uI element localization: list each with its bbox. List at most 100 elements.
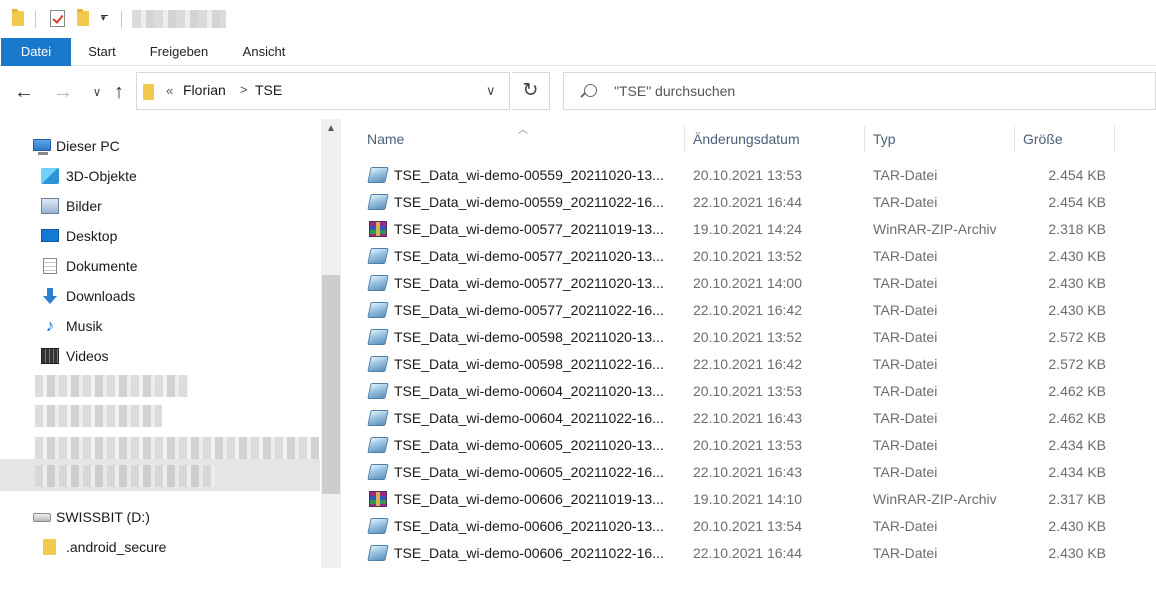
- file-name: TSE_Data_wi-demo-00577_20211020-13...: [394, 275, 664, 291]
- redacted-tree-item[interactable]: [35, 375, 188, 397]
- tar-file-icon: [367, 383, 389, 399]
- 3d-objects-icon: [41, 168, 59, 184]
- file-size: 2.430 KB: [1048, 518, 1106, 534]
- breadcrumb-tse[interactable]: TSE: [255, 82, 282, 98]
- file-name: TSE_Data_wi-demo-00577_20211020-13...: [394, 248, 664, 264]
- tree-item-label: Bilder: [66, 198, 102, 214]
- forward-arrow-icon[interactable]: →: [51, 80, 75, 104]
- file-row[interactable]: TSE_Data_wi-demo-00605_20211022-16... 22.…: [341, 459, 1156, 486]
- file-size: 2.430 KB: [1048, 275, 1106, 291]
- file-row[interactable]: TSE_Data_wi-demo-00598_20211020-13... 20.…: [341, 324, 1156, 351]
- up-arrow-icon[interactable]: ↑: [107, 80, 131, 104]
- tar-file-icon: [367, 167, 389, 183]
- file-name: TSE_Data_wi-demo-00605_20211022-16...: [394, 464, 664, 480]
- file-name: TSE_Data_wi-demo-00598_20211022-16...: [394, 356, 664, 372]
- file-date: 19.10.2021 14:10: [693, 491, 802, 507]
- file-date: 22.10.2021 16:44: [693, 194, 802, 210]
- file-type: TAR-Datei: [873, 437, 938, 453]
- file-date: 22.10.2021 16:42: [693, 356, 802, 372]
- properties-icon[interactable]: [50, 10, 65, 27]
- toolbar-separator: [121, 11, 122, 28]
- file-name: TSE_Data_wi-demo-00606_20211022-16...: [394, 545, 664, 561]
- column-header-type[interactable]: Typ: [865, 126, 1015, 152]
- redacted-tree-item[interactable]: [35, 437, 319, 459]
- breadcrumb-separator-icon[interactable]: >: [240, 82, 248, 97]
- file-date: 22.10.2021 16:44: [693, 545, 802, 561]
- column-header-name[interactable]: Name: [359, 126, 685, 152]
- address-bar[interactable]: « Florian > TSE ∨: [136, 72, 510, 110]
- file-row[interactable]: TSE_Data_wi-demo-00559_20211020-13... 20.…: [341, 162, 1156, 189]
- tar-file-icon: [367, 356, 389, 372]
- download-arrow-icon: [41, 288, 59, 304]
- refresh-icon[interactable]: ↻: [512, 72, 550, 110]
- redacted-tree-item[interactable]: [35, 465, 215, 487]
- tab-view[interactable]: Ansicht: [232, 38, 296, 66]
- tar-file-icon: [367, 275, 389, 291]
- address-dropdown-icon[interactable]: ∨: [486, 83, 496, 99]
- drive-icon: [33, 513, 51, 522]
- navigation-bar: ← → ∨ ↑ « Florian > TSE ∨ ↻: [0, 66, 1156, 119]
- tar-file-icon: [367, 518, 389, 534]
- tree-item-label: Dokumente: [66, 258, 138, 274]
- file-row[interactable]: TSE_Data_wi-demo-00606_20211022-16... 22.…: [341, 540, 1156, 567]
- file-size: 2.462 KB: [1048, 383, 1106, 399]
- scroll-up-icon[interactable]: ▲: [321, 119, 341, 139]
- tab-file[interactable]: Datei: [1, 38, 71, 66]
- file-rows: TSE_Data_wi-demo-00559_20211020-13... 20.…: [341, 162, 1156, 567]
- redacted-tree-item[interactable]: [35, 405, 162, 427]
- breadcrumb-florian[interactable]: Florian: [183, 82, 226, 98]
- tar-file-icon: [367, 410, 389, 426]
- tar-file-icon: [367, 545, 389, 561]
- computer-icon: [33, 139, 51, 155]
- file-size: 2.454 KB: [1048, 167, 1106, 183]
- file-type: TAR-Datei: [873, 329, 938, 345]
- customize-toolbar-icon[interactable]: ▾: [101, 12, 109, 24]
- back-arrow-icon[interactable]: ←: [12, 80, 36, 104]
- file-row[interactable]: TSE_Data_wi-demo-00577_20211022-16... 22.…: [341, 297, 1156, 324]
- pictures-icon: [41, 198, 59, 214]
- file-type: TAR-Datei: [873, 383, 938, 399]
- file-row[interactable]: TSE_Data_wi-demo-00606_20211020-13... 20.…: [341, 513, 1156, 540]
- tree-item-label: Videos: [66, 348, 109, 364]
- column-header-size[interactable]: Größe: [1015, 126, 1115, 152]
- tab-share[interactable]: Freigeben: [140, 38, 218, 66]
- file-row[interactable]: TSE_Data_wi-demo-00577_20211020-13... 20.…: [341, 243, 1156, 270]
- file-type: TAR-Datei: [873, 518, 938, 534]
- file-row[interactable]: TSE_Data_wi-demo-00605_20211020-13... 20.…: [341, 432, 1156, 459]
- file-size: 2.430 KB: [1048, 248, 1106, 264]
- file-row[interactable]: TSE_Data_wi-demo-00577_20211020-13... 20.…: [341, 270, 1156, 297]
- window-title-redacted: [132, 10, 226, 28]
- breadcrumb-overflow-icon[interactable]: «: [166, 83, 173, 98]
- file-row[interactable]: TSE_Data_wi-demo-00577_20211019-13... 19.…: [341, 216, 1156, 243]
- navigation-pane-scrollbar[interactable]: ▲: [321, 119, 341, 568]
- file-name: TSE_Data_wi-demo-00577_20211019-13...: [394, 221, 664, 237]
- search-input[interactable]: [614, 83, 1014, 99]
- file-name: TSE_Data_wi-demo-00577_20211022-16...: [394, 302, 664, 318]
- file-row[interactable]: TSE_Data_wi-demo-00598_20211022-16... 22.…: [341, 351, 1156, 378]
- search-box[interactable]: [563, 72, 1156, 110]
- file-name: TSE_Data_wi-demo-00559_20211020-13...: [394, 167, 664, 183]
- file-type: WinRAR-ZIP-Archiv: [873, 491, 997, 507]
- folder-icon: [43, 539, 56, 555]
- file-type: TAR-Datei: [873, 167, 938, 183]
- chevron-down-icon[interactable]: ∨: [85, 80, 109, 104]
- music-note-icon: ♪: [45, 316, 55, 335]
- tar-file-icon: [367, 248, 389, 264]
- file-date: 22.10.2021 16:42: [693, 302, 802, 318]
- file-row[interactable]: TSE_Data_wi-demo-00559_20211022-16... 22.…: [341, 189, 1156, 216]
- search-icon: [584, 84, 597, 97]
- file-type: TAR-Datei: [873, 410, 938, 426]
- file-size: 2.318 KB: [1048, 221, 1106, 237]
- file-name: TSE_Data_wi-demo-00606_20211020-13...: [394, 518, 664, 534]
- file-row[interactable]: TSE_Data_wi-demo-00606_20211019-13... 19.…: [341, 486, 1156, 513]
- tar-file-icon: [367, 437, 389, 453]
- scrollbar-thumb[interactable]: [322, 275, 340, 494]
- file-type: TAR-Datei: [873, 545, 938, 561]
- file-size: 2.434 KB: [1048, 437, 1106, 453]
- file-size: 2.454 KB: [1048, 194, 1106, 210]
- file-row[interactable]: TSE_Data_wi-demo-00604_20211022-16... 22.…: [341, 405, 1156, 432]
- new-folder-icon[interactable]: [77, 9, 89, 26]
- file-row[interactable]: TSE_Data_wi-demo-00604_20211020-13... 20.…: [341, 378, 1156, 405]
- tab-home[interactable]: Start: [76, 38, 128, 66]
- column-header-date[interactable]: Änderungsdatum: [685, 126, 865, 152]
